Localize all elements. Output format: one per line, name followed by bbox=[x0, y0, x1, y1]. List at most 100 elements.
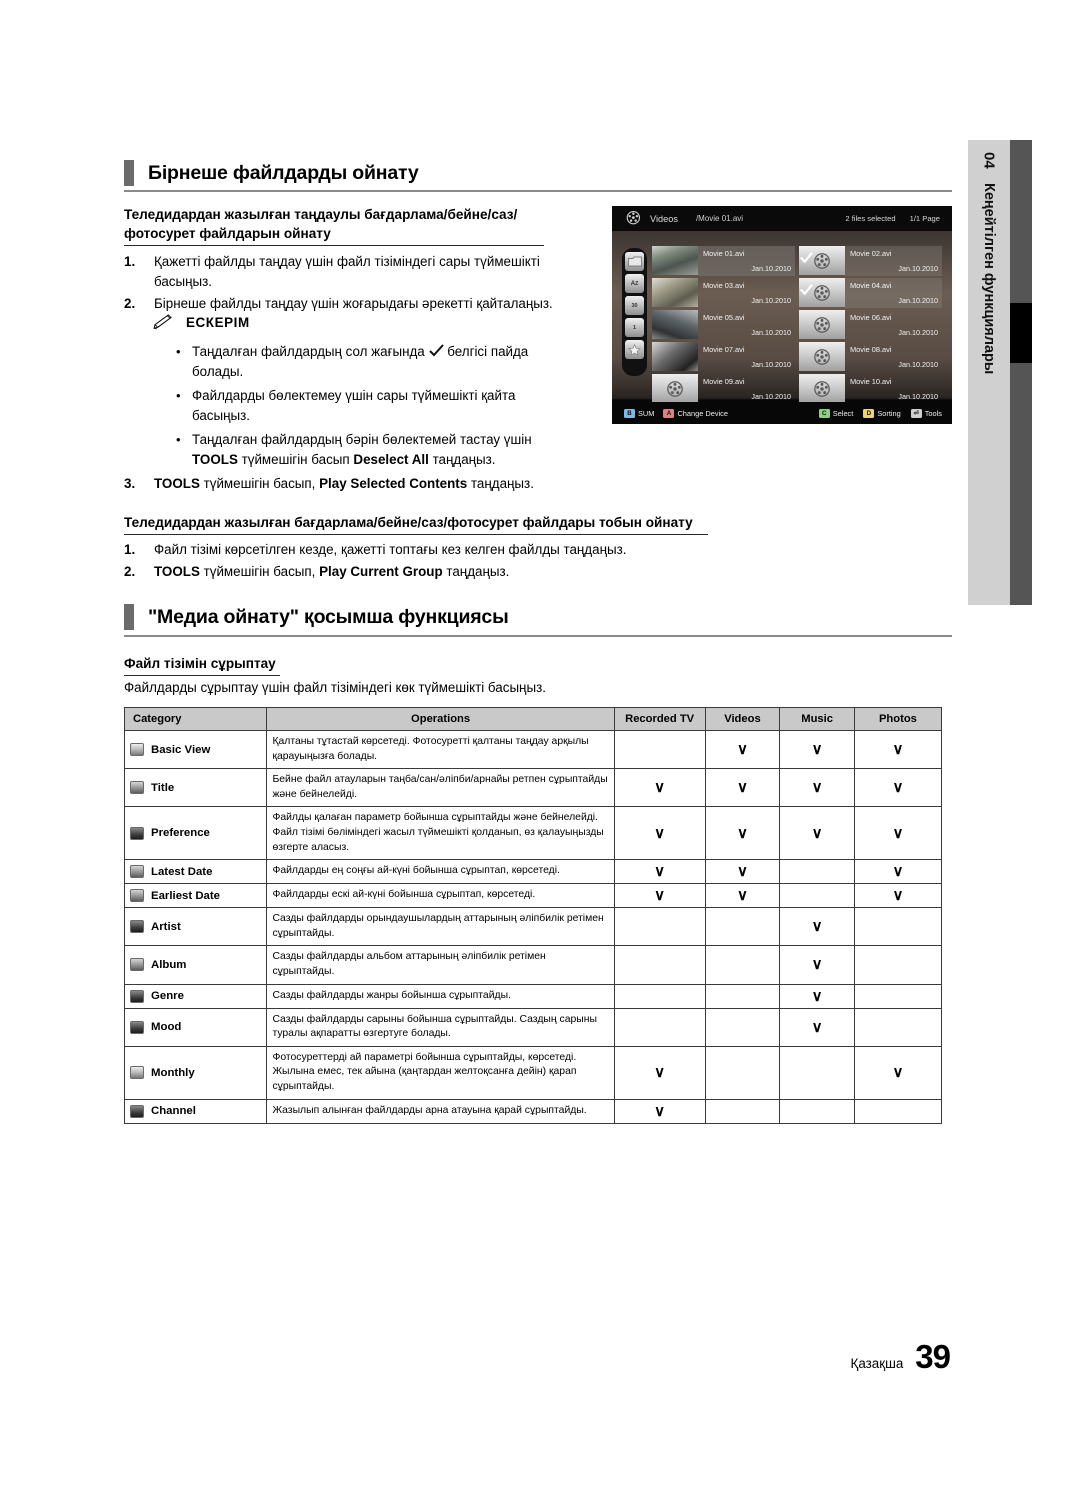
check-mark-icon: ∨ bbox=[654, 824, 666, 842]
note-3-pre: Таңдалған файлдардың бәрін бөлектемей та… bbox=[192, 432, 532, 447]
tv-file-item[interactable]: Movie 04.avi Jan.10.2010 bbox=[799, 278, 942, 308]
section-rule-1 bbox=[124, 190, 952, 192]
check-mark-icon: ∨ bbox=[654, 1064, 666, 1082]
check-mark-icon: ∨ bbox=[811, 956, 823, 974]
table-row: Basic View Қалтаны тұтастай көрсетеді. Фо… bbox=[123, 729, 943, 770]
chapter-number: 04 bbox=[980, 152, 998, 169]
group-step-2-bold-tools: TOOLS bbox=[154, 564, 200, 579]
tv-files-selected: 2 files selected bbox=[845, 214, 896, 223]
section-heading-2: "Медиа ойнату" қосымша функциясы bbox=[124, 604, 509, 630]
tv-thumbnail bbox=[799, 342, 845, 371]
row-music-cell: ∨ bbox=[779, 768, 855, 808]
tv-key-change-device[interactable]: A Change Device bbox=[663, 408, 728, 418]
table-header-row: Category Operations Recorded TV Videos M… bbox=[123, 707, 943, 731]
tv-file-item[interactable]: Movie 07.avi Jan.10.2010 bbox=[652, 342, 795, 372]
calendar-1-icon[interactable]: 1 bbox=[625, 318, 644, 337]
step-3-bold-tools: TOOLS bbox=[154, 476, 200, 491]
tv-sort-sidebar[interactable]: AZ 30 1 bbox=[622, 248, 647, 376]
tv-file-date: Jan.10.2010 bbox=[751, 264, 791, 273]
tv-file-item[interactable]: Movie 10.avi Jan.10.2010 bbox=[799, 374, 942, 404]
table-row: Earliest Date Файлдарды ескі ай-күні бойы… bbox=[123, 883, 943, 909]
step-3-number: 3. bbox=[124, 476, 136, 491]
tv-topbar: Videos /Movie 01.avi 2 files selected 1/… bbox=[612, 206, 952, 231]
folder-icon[interactable] bbox=[625, 252, 644, 271]
tv-key-sorting[interactable]: D Sorting bbox=[863, 408, 901, 418]
row-music-cell: ∨ bbox=[779, 983, 855, 1009]
table-row: Mood Сазды файлдарды сарыны бойынша сұрып… bbox=[123, 1007, 943, 1047]
tv-file-date: Jan.10.2010 bbox=[751, 328, 791, 337]
group-step-1-number: 1. bbox=[124, 542, 136, 557]
key-b-icon: B bbox=[624, 408, 635, 418]
row-category-cell: Mood bbox=[123, 1007, 268, 1047]
tv-file-date: Jan.10.2010 bbox=[898, 360, 938, 369]
row-photos-cell: ∨ bbox=[853, 768, 943, 808]
sort-intro-text: Файлдарды сұрыптау үшін файл тізіміндегі… bbox=[124, 680, 546, 695]
group-step-2: 2. TOOLS түймешігін басып, Play Current … bbox=[124, 562, 744, 582]
az-sort-icon bbox=[130, 781, 144, 795]
tv-file-item[interactable]: Movie 01.avi Jan.10.2010 bbox=[652, 246, 795, 276]
subheading-line-1: Теледидардан жазылған таңдаулы бағдарлам… bbox=[124, 207, 518, 222]
table-row: Monthly Фотосуреттерді ай параметрі бойын… bbox=[123, 1045, 943, 1100]
check-mark-icon: ∨ bbox=[892, 887, 904, 905]
row-recorded-tv-cell bbox=[613, 945, 706, 985]
table-row: Preference Файлды қалаған параметр бойынш… bbox=[123, 806, 943, 861]
table-row: Genre Сазды файлдарды жанры бойынша сұрып… bbox=[123, 983, 943, 1009]
tv-file-item[interactable]: Movie 02.avi Jan.10.2010 bbox=[799, 246, 942, 276]
row-category-cell: Artist bbox=[123, 907, 268, 947]
table-row: Channel Жазылып алынған файлдарды арна ат… bbox=[123, 1098, 943, 1124]
check-mark-icon: ∨ bbox=[736, 887, 748, 905]
tv-file-item[interactable]: Movie 08.avi Jan.10.2010 bbox=[799, 342, 942, 372]
tv-file-row: Movie 01.avi Jan.10.2010 Movie 02.avi Ja… bbox=[652, 246, 942, 276]
header-recorded-tv: Recorded TV bbox=[613, 707, 706, 731]
row-category-label: Title bbox=[151, 781, 175, 794]
tv-file-item[interactable]: Movie 06.avi Jan.10.2010 bbox=[799, 310, 942, 340]
bullet-icon: • bbox=[176, 388, 181, 403]
tv-file-date: Jan.10.2010 bbox=[898, 264, 938, 273]
tv-file-item[interactable]: Movie 05.avi Jan.10.2010 bbox=[652, 310, 795, 340]
check-mark-icon: ∨ bbox=[811, 779, 823, 797]
subheading-sort-file-list: Файл тізімін сұрыптау bbox=[124, 654, 280, 676]
subheading-play-group: Теледидардан жазылған бағдарлама/бейне/с… bbox=[124, 513, 708, 535]
calendar-month-icon bbox=[130, 1066, 144, 1080]
tv-thumbnail bbox=[799, 374, 845, 403]
folder-icon bbox=[130, 743, 144, 757]
step-3-end: таңдаңыз. bbox=[470, 476, 534, 491]
row-operations-cell: Сазды файлдарды сарыны бойынша сұрыптайд… bbox=[266, 1007, 615, 1047]
tv-file-date: Jan.10.2010 bbox=[898, 296, 938, 305]
manual-page: 04 Кеңейтілген функциялары Бірнеше файлд… bbox=[0, 0, 1080, 1494]
tv-key-select[interactable]: C Select bbox=[818, 408, 853, 418]
note-3-bold-deselect: Deselect All bbox=[353, 452, 429, 467]
note-3-bold-tools: TOOLS bbox=[192, 452, 238, 467]
tv-thumbnail bbox=[652, 310, 698, 339]
row-category-cell: Preference bbox=[123, 806, 268, 861]
tv-file-grid[interactable]: Movie 01.avi Jan.10.2010 Movie 02.avi Ja… bbox=[652, 246, 942, 406]
row-operations-cell: Бейне файл атауларын таңба/сан/әліпби/ар… bbox=[266, 768, 615, 808]
star-icon[interactable] bbox=[625, 340, 644, 359]
tv-key-sum[interactable]: B SUM bbox=[624, 408, 654, 418]
film-reel-icon bbox=[814, 284, 830, 301]
tv-file-item[interactable]: Movie 09.avi Jan.10.2010 bbox=[652, 374, 795, 404]
row-videos-cell bbox=[704, 945, 781, 985]
artist-icon bbox=[130, 920, 144, 934]
group-step-2-end: таңдаңыз. bbox=[446, 564, 510, 579]
az-sort-icon[interactable]: AZ bbox=[625, 274, 644, 293]
tv-file-item[interactable]: Movie 03.avi Jan.10.2010 bbox=[652, 278, 795, 308]
tv-current-path: /Movie 01.avi bbox=[695, 214, 744, 223]
header-category: Category bbox=[123, 707, 268, 731]
row-operations-cell: Қалтаны тұтастай көрсетеді. Фотосуретті … bbox=[266, 729, 615, 770]
row-recorded-tv-cell: ∨ bbox=[613, 1045, 706, 1100]
row-operations-cell: Файлдарды ең соңғы ай-күні бойынша сұрып… bbox=[266, 859, 615, 885]
calendar-30-icon[interactable]: 30 bbox=[625, 296, 644, 315]
note-item-3: • Таңдалған файлдардың бәрін бөлектемей … bbox=[176, 430, 576, 470]
subheading-line-2: фотосурет файлдарын ойнату bbox=[124, 226, 331, 241]
check-mark-icon: ∨ bbox=[811, 918, 823, 936]
row-recorded-tv-cell bbox=[613, 983, 706, 1009]
subheading-play-selected: Теледидардан жазылған таңдаулы бағдарлам… bbox=[124, 205, 544, 246]
row-operations-cell: Сазды файлдарды жанры бойынша сұрыптайды… bbox=[266, 983, 615, 1009]
row-videos-cell bbox=[704, 1098, 781, 1124]
row-category-cell: Latest Date bbox=[123, 859, 268, 885]
tv-thumbnail bbox=[799, 310, 845, 339]
group-step-1-text: Файл тізімі көрсетілген кезде, қажетті т… bbox=[154, 542, 627, 557]
tv-key-tools[interactable]: ⏎ Tools bbox=[910, 408, 942, 418]
album-icon bbox=[130, 958, 144, 972]
